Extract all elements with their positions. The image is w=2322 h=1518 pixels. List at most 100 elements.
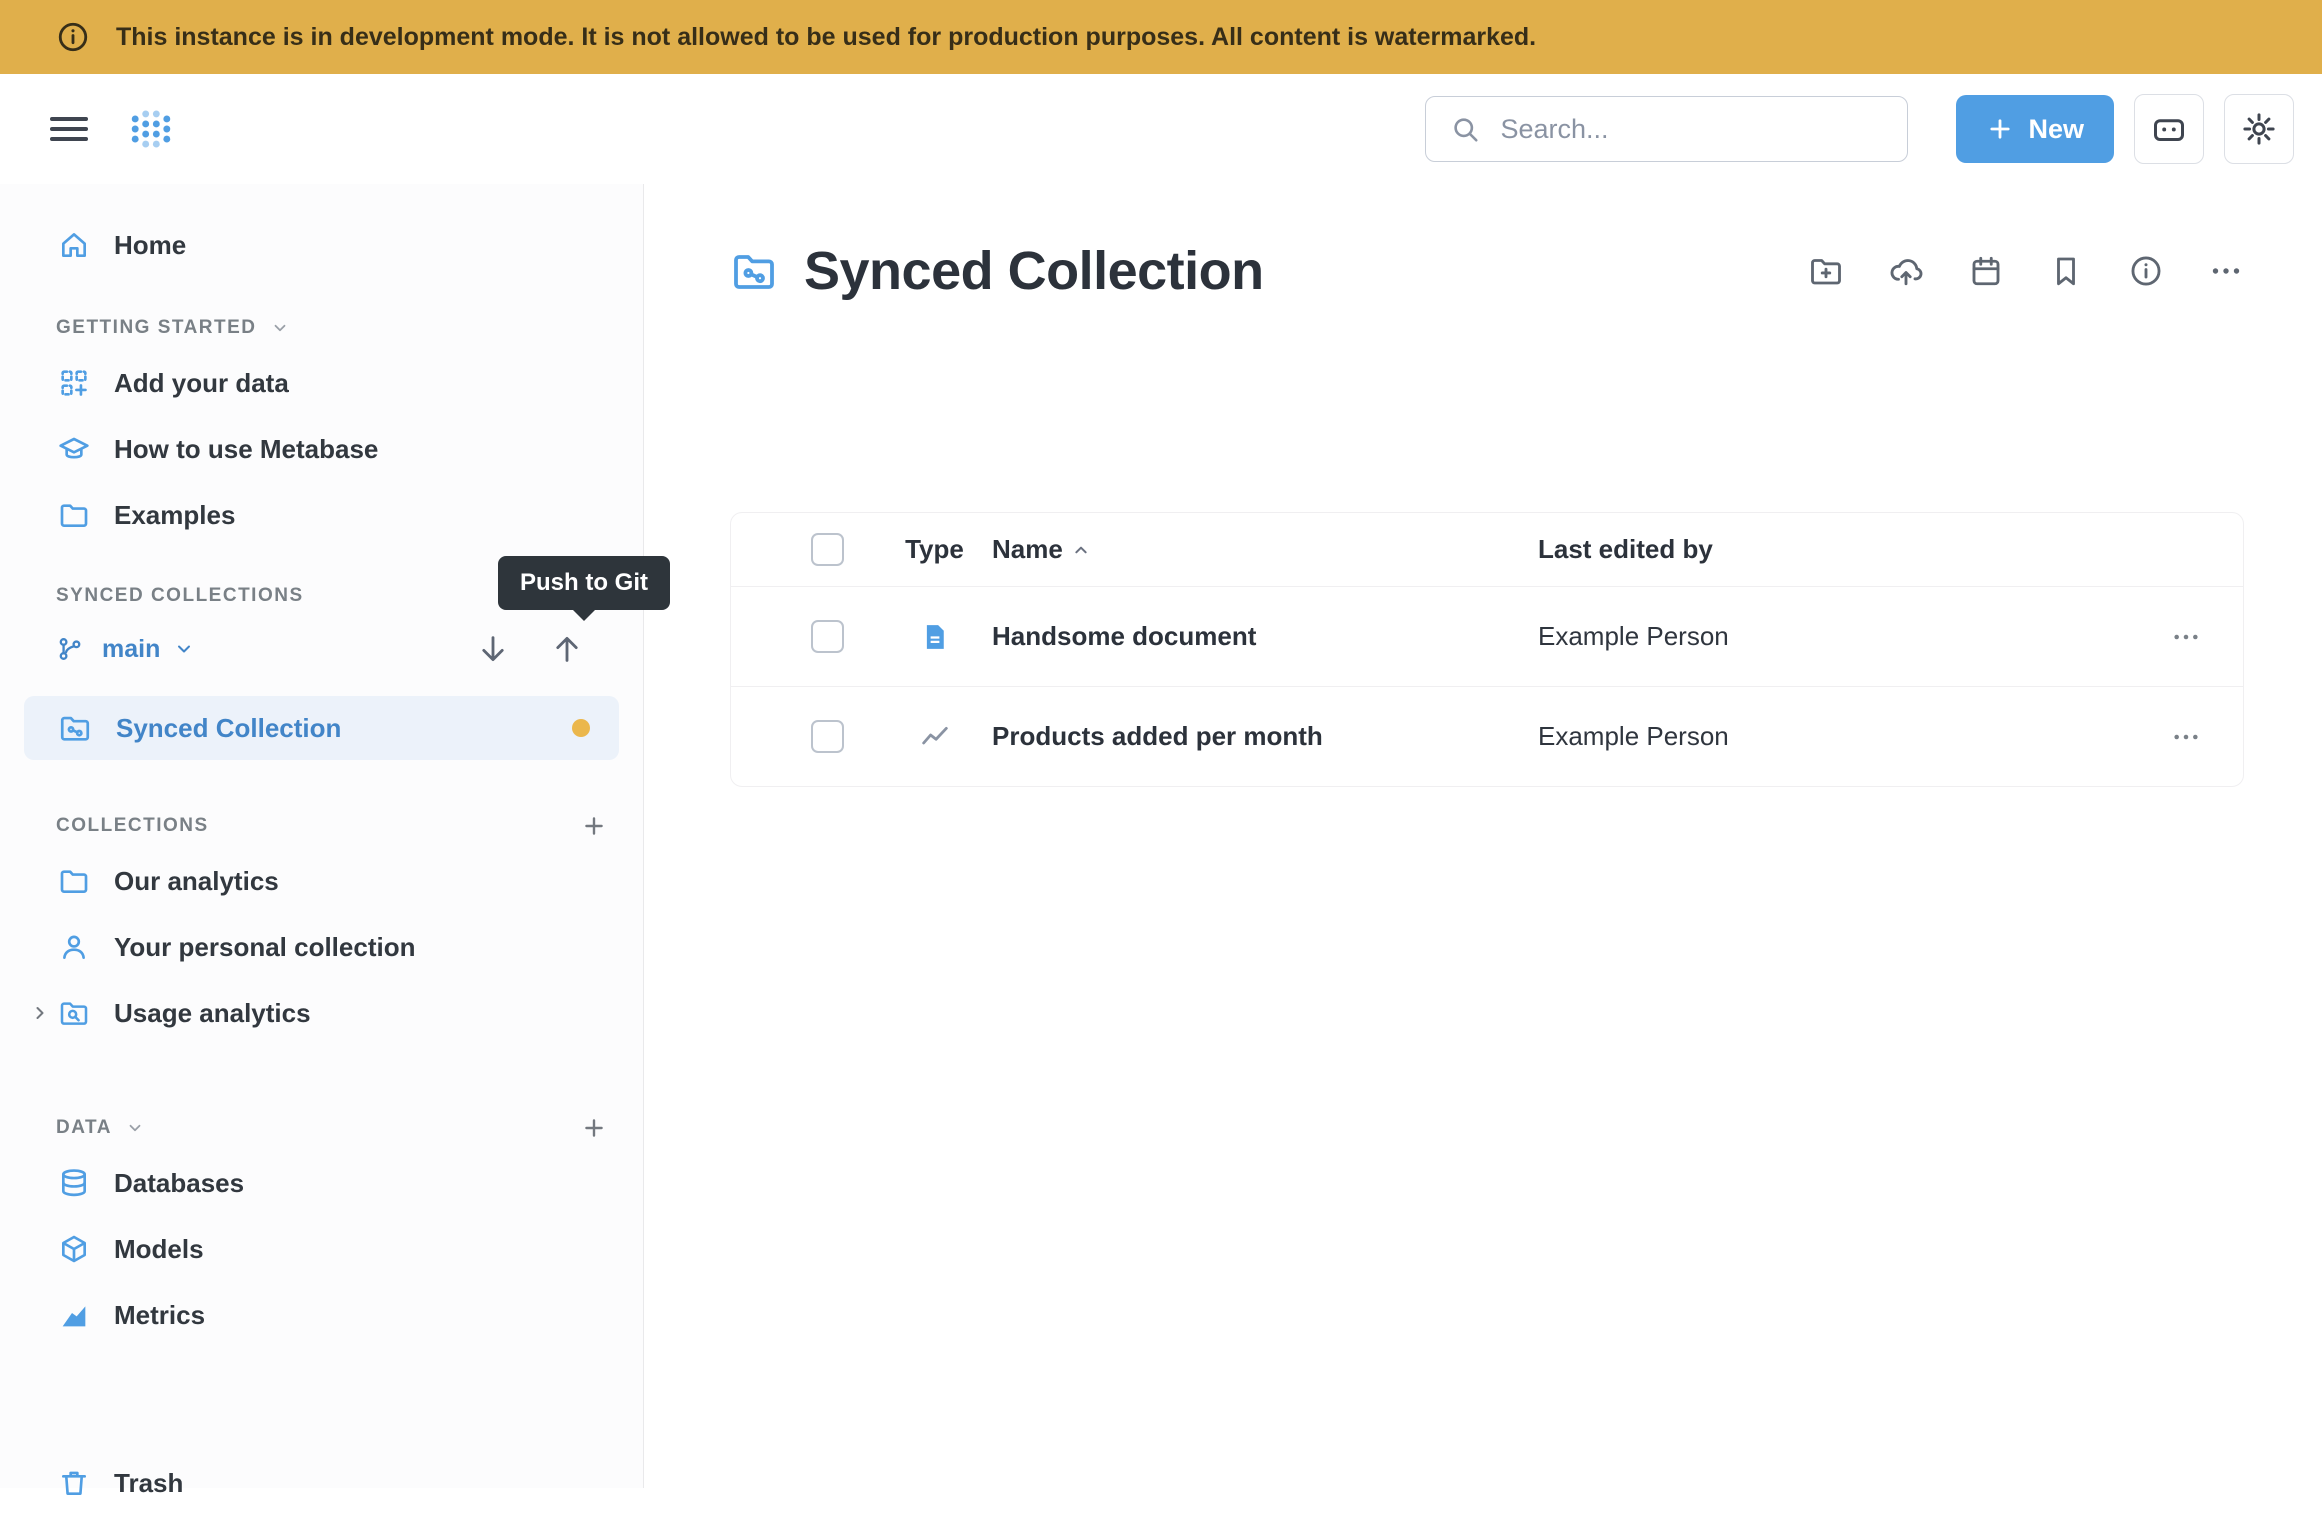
section-title: GETTING STARTED (56, 317, 257, 339)
sidebar-item-label: Examples (114, 500, 235, 531)
upload-icon[interactable] (1888, 253, 1924, 289)
sidebar-item-label: Usage analytics (114, 998, 311, 1029)
sidebar-toggle-icon[interactable] (50, 114, 88, 144)
row-checkbox[interactable] (811, 720, 844, 753)
sidebar-item-home[interactable]: Home (0, 210, 643, 280)
item-last-edited-by: Example Person (1538, 721, 2128, 752)
row-menu-icon[interactable] (2128, 621, 2243, 653)
search-bar[interactable] (1425, 96, 1908, 162)
graduation-cap-icon (58, 433, 90, 465)
settings-button[interactable] (2224, 94, 2294, 164)
calendar-icon[interactable] (1968, 253, 2004, 289)
unsynced-changes-dot (572, 719, 590, 737)
new-button[interactable]: New (1956, 95, 2114, 163)
sidebar-item-label: Metrics (114, 1300, 205, 1331)
sidebar-item-synced-collection[interactable]: Synced Collection (24, 696, 619, 760)
new-button-label: New (2028, 114, 2084, 145)
section-title: DATA (56, 1117, 112, 1139)
collection-items-table: Type Name Last edited by (730, 512, 2244, 787)
sidebar-item-label: Our analytics (114, 866, 279, 897)
home-icon (58, 229, 90, 261)
table-header-row: Type Name Last edited by (731, 513, 2243, 586)
synced-collection-icon (58, 711, 92, 745)
column-header-name-label: Name (992, 534, 1063, 565)
search-icon (1450, 114, 1480, 144)
row-menu-icon[interactable] (2128, 721, 2243, 753)
add-data-icon (58, 367, 90, 399)
banner-text: This instance is in development mode. It… (116, 23, 1536, 52)
section-title: SYNCED COLLECTIONS (56, 585, 304, 607)
item-name[interactable]: Handsome document (992, 621, 1538, 652)
item-name[interactable]: Products added per month (992, 721, 1538, 752)
sidebar-item-label: Models (114, 1234, 204, 1265)
sidebar-item-our-analytics[interactable]: Our analytics (0, 848, 643, 914)
sidebar-item-trash[interactable]: Trash (0, 1448, 643, 1518)
sort-asc-icon (1073, 542, 1089, 558)
sidebar-item-label: Synced Collection (116, 713, 341, 744)
chevron-down-icon (271, 319, 289, 337)
git-branch-row: main (0, 618, 643, 680)
sidebar-item-usage-analytics[interactable]: Usage analytics (0, 980, 643, 1046)
sidebar-item-label: How to use Metabase (114, 434, 378, 465)
push-to-git-tooltip: Push to Git (498, 556, 670, 610)
push-to-git-button[interactable] (545, 627, 589, 671)
sidebar-item-examples[interactable]: Examples (0, 482, 643, 548)
search-input[interactable] (1498, 113, 1883, 146)
collection-actions (1808, 253, 2244, 289)
select-all-checkbox[interactable] (811, 533, 844, 566)
usage-analytics-icon (58, 997, 90, 1029)
sidebar-item-label: Your personal collection (114, 932, 415, 963)
git-branch-icon (56, 635, 84, 663)
sidebar-item-metrics[interactable]: Metrics (0, 1282, 643, 1348)
sidebar-item-label: Trash (114, 1468, 183, 1499)
gear-icon (2241, 111, 2277, 147)
new-collection-icon[interactable] (1808, 253, 1844, 289)
tooltip-text: Push to Git (520, 569, 648, 596)
column-header-name[interactable]: Name (992, 534, 1538, 565)
section-data[interactable]: DATA (0, 1106, 643, 1150)
row-checkbox[interactable] (811, 620, 844, 653)
section-getting-started[interactable]: GETTING STARTED (0, 306, 643, 350)
app-header: New (0, 74, 2322, 184)
person-icon (58, 931, 90, 963)
table-row[interactable]: Handsome document Example Person (731, 586, 2243, 686)
add-data-plus-icon[interactable] (581, 1115, 607, 1141)
line-chart-icon (877, 721, 992, 753)
chevron-right-icon[interactable] (30, 1003, 50, 1023)
folder-icon (58, 499, 90, 531)
section-title: COLLECTIONS (56, 815, 209, 837)
page-title: Synced Collection (804, 240, 1264, 302)
sidebar-item-label: Home (114, 230, 186, 261)
main-content: Synced Collection (644, 184, 2322, 1488)
sidebar-item-add-your-data[interactable]: Add your data (0, 350, 643, 416)
info-icon[interactable] (2128, 253, 2164, 289)
item-last-edited-by: Example Person (1538, 621, 2128, 652)
more-menu-icon[interactable] (2208, 253, 2244, 289)
sidebar-item-label: Add your data (114, 368, 289, 399)
section-collections: COLLECTIONS (0, 804, 643, 848)
info-icon (56, 20, 90, 54)
metabot-icon (2151, 111, 2187, 147)
pull-from-git-button[interactable] (471, 627, 515, 671)
plus-icon (1986, 115, 2014, 143)
column-header-last-edited[interactable]: Last edited by (1538, 534, 2128, 565)
chevron-down-icon[interactable] (174, 639, 194, 659)
sidebar-item-databases[interactable]: Databases (0, 1150, 643, 1216)
metabot-button[interactable] (2134, 94, 2204, 164)
trash-icon (58, 1467, 90, 1499)
model-cube-icon (58, 1233, 90, 1265)
add-collection-icon[interactable] (581, 813, 607, 839)
bookmark-icon[interactable] (2048, 253, 2084, 289)
synced-collection-icon (730, 247, 778, 295)
table-row[interactable]: Products added per month Example Person (731, 686, 2243, 786)
dev-mode-banner: This instance is in development mode. It… (0, 0, 2322, 74)
sidebar-item-label: Databases (114, 1168, 244, 1199)
sidebar-item-personal-collection[interactable]: Your personal collection (0, 914, 643, 980)
document-icon (877, 622, 992, 652)
metabase-logo[interactable] (128, 106, 174, 152)
sidebar-item-models[interactable]: Models (0, 1216, 643, 1282)
branch-name[interactable]: main (102, 635, 160, 664)
chevron-down-icon (126, 1119, 144, 1137)
column-header-type[interactable]: Type (877, 534, 992, 565)
sidebar-item-how-to-use[interactable]: How to use Metabase (0, 416, 643, 482)
